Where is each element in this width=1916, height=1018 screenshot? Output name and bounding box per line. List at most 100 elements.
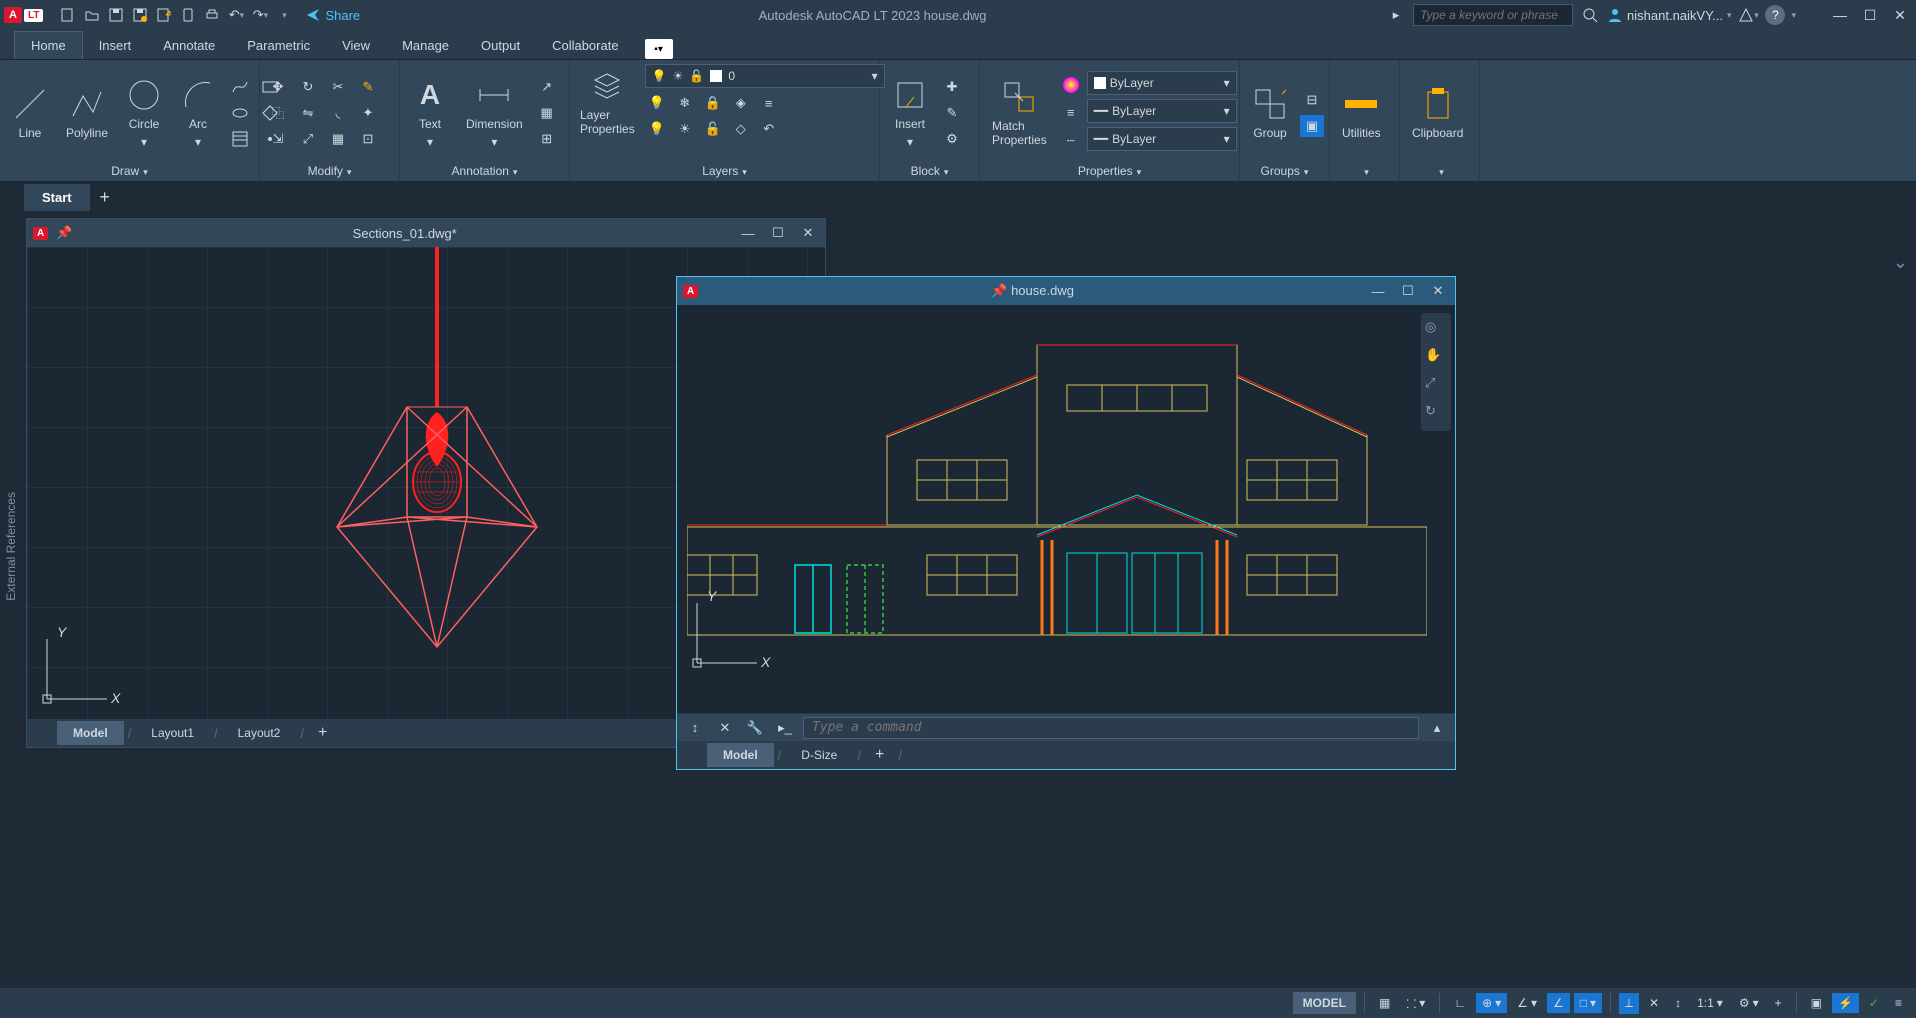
collapse-panel-icon[interactable]: ⌄	[1893, 252, 1908, 273]
trim-icon[interactable]: ✂	[326, 76, 350, 98]
layer-freeze-icon[interactable]: ❄	[673, 92, 697, 114]
tab-view[interactable]: View	[326, 32, 386, 59]
mirror-icon[interactable]: ⇋	[296, 102, 320, 124]
group-edit-icon[interactable]: ▣	[1300, 115, 1324, 137]
panel-modify-title[interactable]: Modify▾	[266, 161, 393, 181]
save-icon[interactable]	[105, 4, 127, 26]
doc2-tab-model[interactable]: Model	[707, 743, 774, 767]
isolate-icon[interactable]: ▣	[1805, 993, 1828, 1013]
edit-attr-icon[interactable]: ⚙	[940, 128, 964, 150]
lineweight-icon[interactable]: ≡	[1059, 102, 1083, 124]
open-icon[interactable]	[81, 4, 103, 26]
nav-wheel-icon[interactable]: ◎	[1425, 319, 1447, 341]
search-icon[interactable]	[1579, 4, 1601, 26]
match-properties-button[interactable]: Match Properties	[986, 77, 1053, 149]
pin-icon[interactable]: 📌	[56, 225, 72, 241]
gear-icon[interactable]: ⚙ ▾	[1733, 993, 1765, 1013]
doc2-canvas[interactable]: YX ◎ ✋ ⤢ ↻	[677, 305, 1455, 713]
color-dropdown[interactable]: ByLayer▾	[1087, 71, 1237, 95]
doc2-titlebar[interactable]: A 📌 house.dwg — ☐ ✕	[677, 277, 1455, 305]
osnap-icon[interactable]: ∠	[1547, 993, 1570, 1013]
circle-button[interactable]: Circle▾	[120, 75, 168, 151]
sidebar-external-references[interactable]: External References	[4, 492, 18, 601]
hatch-icon[interactable]	[228, 128, 252, 150]
cmd-wrench-icon[interactable]: 🔧	[743, 717, 767, 739]
lwt-icon[interactable]: ⟂	[1619, 993, 1639, 1014]
color-wheel-icon[interactable]	[1059, 74, 1083, 96]
undo-icon[interactable]: ↶▾	[225, 4, 247, 26]
saveas-icon[interactable]	[129, 4, 151, 26]
layer-match-icon[interactable]: ≡	[757, 92, 781, 114]
share-button[interactable]: Share	[305, 7, 360, 23]
layer-thaw-icon[interactable]: ☀	[673, 118, 697, 140]
ortho-icon[interactable]: ∟	[1448, 993, 1472, 1013]
doc1-tab-layout2[interactable]: Layout2	[222, 721, 297, 745]
ribbon-visibility-icon[interactable]: ▪▾	[645, 39, 673, 59]
group-button[interactable]: Group	[1246, 84, 1294, 142]
maximize-button[interactable]: ☐	[1858, 5, 1882, 25]
doc2-add-layout[interactable]: +	[865, 746, 894, 764]
lineweight-dropdown[interactable]: ━━ ByLayer▾	[1087, 99, 1237, 123]
edit-block-icon[interactable]: ✎	[940, 102, 964, 124]
linetype-dropdown[interactable]: ━━ ByLayer▾	[1087, 127, 1237, 151]
arc-button[interactable]: Arc▾	[174, 75, 222, 151]
tab-output[interactable]: Output	[465, 32, 536, 59]
orbit-icon[interactable]: ↻	[1425, 403, 1447, 425]
snap-toggle-icon[interactable]: ⸬ ▾	[1400, 992, 1431, 1015]
fillet-icon[interactable]: ◟	[326, 102, 350, 124]
mobile-icon[interactable]	[177, 4, 199, 26]
cmd-history-icon[interactable]: ↕	[683, 717, 707, 739]
doc2-tab-dsize[interactable]: D-Size	[785, 743, 853, 767]
panel-groups-title[interactable]: Groups▾	[1246, 161, 1323, 181]
pan-icon[interactable]: ✋	[1425, 347, 1447, 369]
search-arrow-icon[interactable]: ▸	[1385, 4, 1407, 26]
scale-icon[interactable]: ⤢	[296, 128, 320, 150]
doc1-minimize[interactable]: —	[737, 223, 759, 243]
minimize-button[interactable]: —	[1828, 5, 1852, 25]
command-input[interactable]	[803, 717, 1419, 739]
customize-status-icon[interactable]: ≡	[1889, 993, 1908, 1013]
clean-screen-icon[interactable]: ✓	[1863, 993, 1885, 1013]
doc2-maximize[interactable]: ☐	[1397, 281, 1419, 301]
doc1-close[interactable]: ✕	[797, 223, 819, 243]
tab-annotate[interactable]: Annotate	[147, 32, 231, 59]
annoscale-icon[interactable]: 1:1 ▾	[1691, 993, 1729, 1013]
status-model[interactable]: MODEL	[1293, 992, 1356, 1014]
layer-iso-icon[interactable]: ◈	[729, 92, 753, 114]
pin-icon[interactable]: 📌	[991, 283, 1007, 298]
panel-layers-title[interactable]: Layers▾	[576, 161, 873, 181]
layer-lock-icon[interactable]: 🔒	[701, 92, 725, 114]
user-menu[interactable]: nishant.naikVY...▾	[1607, 7, 1731, 23]
dimension-button[interactable]: Dimension▾	[460, 75, 529, 151]
doc2-minimize[interactable]: —	[1367, 281, 1389, 301]
layer-unlock-icon[interactable]: 🔓	[701, 118, 725, 140]
layer-dropdown[interactable]: 💡 ☀ 🔓 0 ▾	[645, 64, 885, 88]
tab-collaborate[interactable]: Collaborate	[536, 32, 635, 59]
close-button[interactable]: ✕	[1888, 5, 1912, 25]
layer-prev-icon[interactable]: ↶	[757, 118, 781, 140]
rotate-icon[interactable]: ↻	[296, 76, 320, 98]
move-icon[interactable]: ✥	[266, 76, 290, 98]
doc1-maximize[interactable]: ☐	[767, 223, 789, 243]
help-icon[interactable]: ?	[1765, 5, 1785, 25]
layer-off-icon[interactable]: 💡	[645, 92, 669, 114]
qat-dropdown-icon[interactable]: ▾	[273, 4, 295, 26]
ungroup-icon[interactable]: ⊟	[1300, 89, 1324, 111]
redo-icon[interactable]: ↷▾	[249, 4, 271, 26]
utilities-button[interactable]: Utilities	[1336, 84, 1387, 142]
clipboard-button[interactable]: Clipboard	[1406, 84, 1469, 142]
doc2-close[interactable]: ✕	[1427, 281, 1449, 301]
tab-start[interactable]: Start	[24, 184, 90, 211]
doc1-add-layout[interactable]: +	[308, 724, 337, 742]
doc1-titlebar[interactable]: A 📌 Sections_01.dwg* — ☐ ✕	[27, 219, 825, 247]
zoom-extents-icon[interactable]: ⤢	[1425, 375, 1447, 397]
cmd-close-icon[interactable]: ✕	[713, 717, 737, 739]
cmd-expand-icon[interactable]: ▴	[1425, 717, 1449, 739]
tab-parametric[interactable]: Parametric	[231, 32, 326, 59]
leader-icon[interactable]: ↗	[535, 76, 559, 98]
line-button[interactable]: Line	[6, 84, 54, 142]
isodraft-icon[interactable]: ∠ ▾	[1511, 993, 1543, 1013]
panel-clipboard-title[interactable]: ▾	[1406, 161, 1473, 181]
grid-toggle-icon[interactable]: ▦	[1373, 993, 1396, 1013]
spline-icon[interactable]	[228, 76, 252, 98]
